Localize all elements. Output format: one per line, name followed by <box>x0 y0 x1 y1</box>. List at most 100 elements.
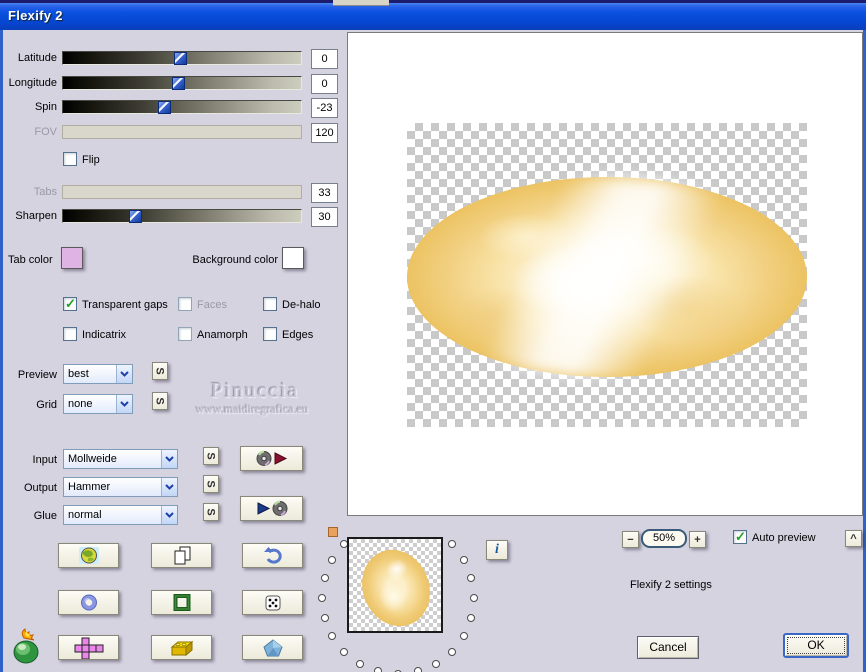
title-bar[interactable]: Flexify 2 <box>0 3 866 30</box>
memory-dot[interactable] <box>447 540 456 549</box>
chevron-down-icon[interactable] <box>161 506 177 524</box>
input-select[interactable]: Mollweide <box>63 449 178 469</box>
spin-value-field[interactable] <box>311 98 338 118</box>
info-button[interactable]: i <box>486 540 508 560</box>
input-label: Input <box>32 454 57 466</box>
memory-dot[interactable] <box>374 667 383 672</box>
transparent-gaps-label: Transparent gaps <box>82 299 168 311</box>
zoom-in-button[interactable]: + <box>689 531 706 548</box>
latitude-slider-thumb[interactable] <box>174 52 187 65</box>
auto-preview-checkbox[interactable]: ✓ <box>733 529 747 544</box>
memory-dot[interactable] <box>447 647 456 656</box>
grid-shuffle-button[interactable]: S <box>152 392 168 410</box>
memory-dot[interactable] <box>318 594 326 602</box>
flip-checkbox[interactable] <box>63 152 77 166</box>
background-color-swatch[interactable] <box>282 247 304 269</box>
spin-slider[interactable] <box>62 100 302 114</box>
ring-icon <box>79 593 99 612</box>
cd-load-icon <box>255 450 289 467</box>
memory-dot[interactable] <box>467 574 476 583</box>
memory-dot[interactable] <box>320 613 329 622</box>
unfolded-cube-button[interactable] <box>58 635 119 660</box>
copy-button[interactable] <box>151 543 212 568</box>
settings-status-text: Flexify 2 settings <box>630 579 712 591</box>
fov-value-field[interactable] <box>311 123 338 143</box>
memory-slot-selected[interactable] <box>328 527 338 537</box>
ring-button[interactable] <box>58 590 119 615</box>
square-ring-icon <box>172 593 192 612</box>
anamorph-checkbox[interactable] <box>178 327 192 341</box>
dehalo-label: De-halo <box>282 299 321 311</box>
memory-dot[interactable] <box>432 659 440 668</box>
random-button[interactable] <box>242 590 303 615</box>
preview-mode-select[interactable]: best <box>63 364 133 384</box>
save-settings-button[interactable] <box>240 496 303 521</box>
memory-dot[interactable] <box>340 647 349 656</box>
sharpen-slider-thumb[interactable] <box>129 210 142 223</box>
auto-preview-label: Auto preview <box>752 532 816 544</box>
sharpen-slider[interactable] <box>62 209 302 223</box>
memory-dot[interactable] <box>328 632 337 640</box>
memory-dot[interactable] <box>470 594 478 602</box>
preview-mode-label: Preview <box>17 369 57 381</box>
glue-shuffle-button[interactable]: S <box>203 503 219 521</box>
latitude-value-field[interactable] <box>311 49 338 69</box>
memory-dot[interactable] <box>467 613 476 622</box>
indicatrix-checkbox[interactable] <box>63 327 77 341</box>
pentagon-icon <box>262 638 284 658</box>
background-window-fragment <box>333 0 389 6</box>
longitude-value-field[interactable] <box>311 74 338 94</box>
glue-label: Glue <box>33 510 57 522</box>
undo-icon <box>263 546 283 565</box>
chevron-down-icon[interactable] <box>161 478 177 496</box>
input-shuffle-button[interactable]: S <box>203 447 219 465</box>
square-ring-button[interactable] <box>151 590 212 615</box>
zoom-out-button[interactable]: − <box>622 531 639 548</box>
spin-label: Spin <box>34 101 57 113</box>
window-title: Flexify 2 <box>8 8 63 23</box>
memory-dot[interactable] <box>413 667 422 672</box>
cancel-button[interactable]: Cancel <box>637 636 699 659</box>
globe-preview-button[interactable] <box>58 543 119 568</box>
transparent-gaps-checkbox[interactable]: ✓ <box>63 296 77 311</box>
output-shuffle-button[interactable]: S <box>203 475 219 493</box>
preview-image-ellipse <box>407 177 807 377</box>
glue-select[interactable]: normal <box>63 505 178 525</box>
memory-dot[interactable] <box>356 659 364 668</box>
input-value: Mollweide <box>68 453 117 465</box>
preview-shuffle-button[interactable]: S <box>152 362 168 380</box>
flaming-pear-logo[interactable] <box>10 628 46 666</box>
dehalo-checkbox[interactable] <box>263 297 277 311</box>
dice-icon <box>263 593 283 612</box>
ok-button[interactable]: OK <box>783 633 849 658</box>
undo-button[interactable] <box>242 543 303 568</box>
brick-icon <box>169 638 195 658</box>
collapse-button[interactable]: ^ <box>845 530 862 547</box>
memory-dot[interactable] <box>328 556 337 564</box>
latitude-slider[interactable] <box>62 51 302 65</box>
longitude-label: Longitude <box>8 77 57 89</box>
tabs-value-field[interactable] <box>311 183 338 203</box>
longitude-slider[interactable] <box>62 76 302 90</box>
memory-dot[interactable] <box>459 556 468 564</box>
spin-slider-thumb[interactable] <box>158 101 171 114</box>
preview-mode-value: best <box>68 368 89 380</box>
load-settings-button[interactable] <box>240 446 303 471</box>
indicatrix-label: Indicatrix <box>82 329 127 341</box>
polyhedron-button[interactable] <box>242 635 303 660</box>
chevron-down-icon[interactable] <box>116 395 132 413</box>
memory-dot[interactable] <box>459 632 468 640</box>
chevron-down-icon[interactable] <box>116 365 132 383</box>
thumbnail-preview[interactable] <box>347 537 443 633</box>
chevron-down-icon[interactable] <box>161 450 177 468</box>
preview-panel[interactable] <box>347 32 863 516</box>
unfolded-cube-icon <box>74 637 104 659</box>
sharpen-value-field[interactable] <box>311 207 338 227</box>
output-select[interactable]: Hammer <box>63 477 178 497</box>
grid-select[interactable]: none <box>63 394 133 414</box>
edges-checkbox[interactable] <box>263 327 277 341</box>
brick-button[interactable] <box>151 635 212 660</box>
longitude-slider-thumb[interactable] <box>172 77 185 90</box>
tab-color-swatch[interactable] <box>61 247 83 269</box>
memory-dot[interactable] <box>320 574 329 583</box>
